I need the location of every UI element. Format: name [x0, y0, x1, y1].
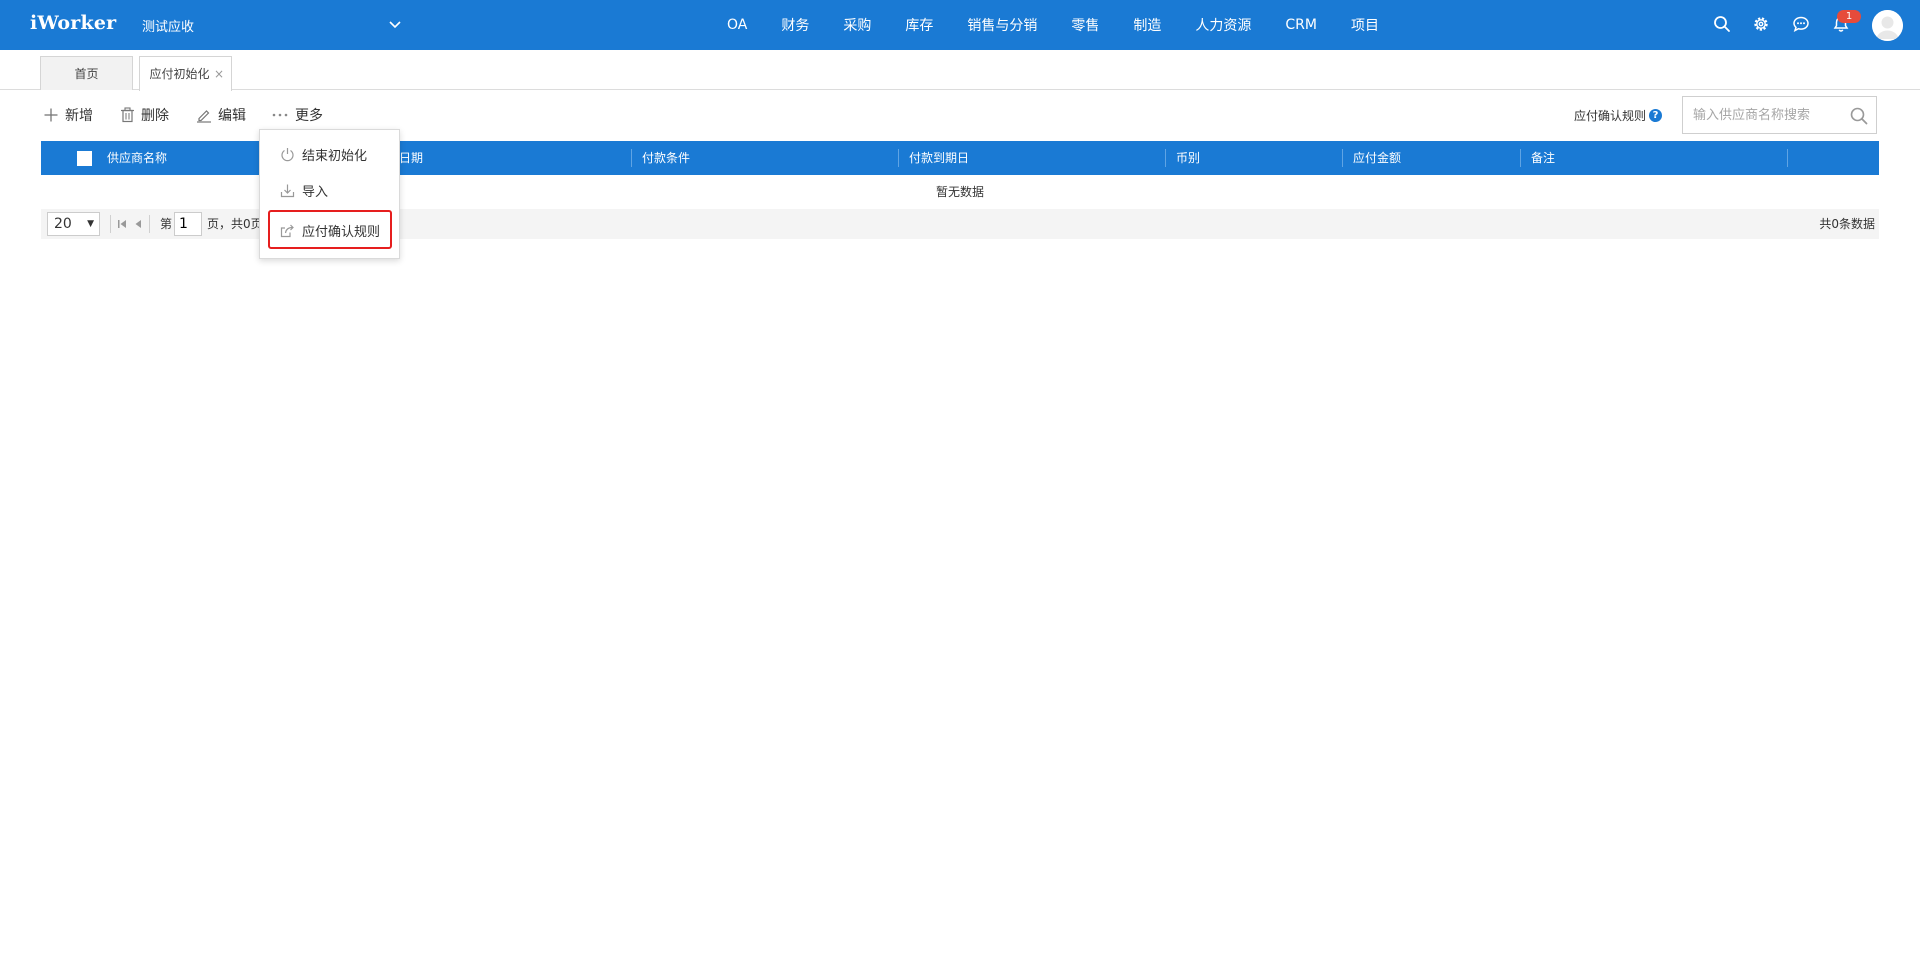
nav-item-manufacturing[interactable]: 制造 — [1133, 15, 1161, 35]
export-icon — [280, 224, 294, 237]
column-header-remark[interactable]: 备注 — [1531, 141, 1555, 175]
column-divider — [1342, 149, 1343, 167]
nav-item-project[interactable]: 项目 — [1351, 15, 1379, 35]
caret-down-icon: ▼ — [87, 219, 94, 229]
payable-rule-label: 应付确认规则 — [1574, 109, 1647, 123]
import-icon — [280, 184, 295, 197]
nav-item-crm[interactable]: CRM — [1285, 17, 1317, 33]
column-divider — [898, 149, 899, 167]
column-header-amount[interactable]: 应付金额 — [1353, 141, 1401, 175]
page-size-select[interactable]: 20 ▼ — [47, 212, 100, 236]
more-button[interactable]: 更多 — [271, 104, 323, 126]
delete-label: 删除 — [141, 108, 169, 124]
more-label: 更多 — [295, 108, 323, 124]
column-header-currency[interactable]: 币别 — [1176, 141, 1200, 175]
delete-button[interactable]: 删除 — [120, 104, 169, 126]
page-number-input[interactable] — [174, 212, 202, 236]
search-icon[interactable] — [1850, 107, 1868, 125]
pager-divider — [110, 215, 111, 233]
gear-icon[interactable] — [1752, 15, 1770, 33]
search-input[interactable] — [1683, 97, 1843, 133]
select-all-checkbox[interactable] — [77, 151, 92, 166]
menu-item-payable-rule[interactable]: 应付确认规则 — [260, 215, 401, 245]
column-divider — [1787, 149, 1788, 167]
nav-item-finance[interactable]: 财务 — [781, 15, 809, 35]
close-icon[interactable]: × — [214, 57, 224, 91]
power-icon — [281, 147, 294, 161]
nav-item-retail[interactable]: 零售 — [1071, 15, 1099, 35]
first-page-icon[interactable] — [117, 218, 127, 230]
page-suffix: 页，共0页 — [207, 217, 263, 231]
pager-divider — [149, 215, 150, 233]
nav-item-oa[interactable]: OA — [727, 17, 747, 33]
search-icon[interactable] — [1713, 15, 1731, 33]
more-menu: 结束初始化 导入 应付确认规则 — [259, 129, 400, 259]
edit-label: 编辑 — [218, 108, 246, 124]
column-header-supplier[interactable]: 供应商名称 — [107, 141, 167, 175]
column-header-due-date[interactable]: 付款到期日 — [909, 141, 969, 175]
supplier-search — [1682, 96, 1877, 134]
tab-payable-init[interactable]: 应付初始化 × — [139, 56, 232, 91]
nav-item-purchase[interactable]: 采购 — [843, 15, 871, 35]
nav-item-sales[interactable]: 销售与分销 — [967, 15, 1037, 35]
column-divider — [631, 149, 632, 167]
add-button[interactable]: 新增 — [43, 104, 93, 126]
page-size-value: 20 — [54, 216, 72, 232]
tab-home[interactable]: 首页 — [40, 56, 133, 90]
chat-icon[interactable] — [1792, 15, 1810, 33]
more-dots-icon — [272, 113, 288, 117]
company-selector[interactable]: 测试应收 — [142, 16, 194, 35]
avatar[interactable] — [1872, 10, 1903, 41]
page-prefix: 第 — [160, 217, 173, 231]
menu-item-label: 导入 — [302, 184, 329, 200]
chevron-down-icon[interactable] — [388, 18, 402, 32]
payable-rule-link[interactable]: 应付确认规则 ? — [1574, 107, 1663, 124]
tab-strip: 首页 应付初始化 × — [0, 50, 1920, 91]
menu-item-import[interactable]: 导入 — [260, 175, 401, 205]
help-icon[interactable]: ? — [1649, 109, 1663, 122]
user-avatar-icon — [1872, 10, 1903, 41]
nav-item-hr[interactable]: 人力资源 — [1195, 15, 1251, 35]
tab-active-label: 应付初始化 — [149, 67, 210, 81]
plus-icon — [44, 108, 58, 122]
pencil-icon — [197, 110, 211, 123]
tab-home-label: 首页 — [74, 67, 99, 81]
top-bar: iWorker 测试应收 OA 财务 采购 库存 销售与分销 零售 制造 人力资… — [0, 0, 1920, 50]
column-divider — [1165, 149, 1166, 167]
main-nav: OA 财务 采购 库存 销售与分销 零售 制造 人力资源 CRM 项目 — [727, 0, 1413, 50]
add-label: 新增 — [65, 108, 93, 124]
edit-button[interactable]: 编辑 — [196, 104, 246, 126]
column-divider — [1520, 149, 1521, 167]
notification-badge: 1 — [1837, 10, 1861, 23]
total-count: 共0条数据 — [1819, 217, 1875, 231]
trash-icon — [121, 107, 134, 123]
prev-page-icon[interactable] — [133, 218, 143, 230]
menu-item-label: 结束初始化 — [302, 148, 368, 164]
menu-item-end-init[interactable]: 结束初始化 — [260, 139, 401, 169]
app-logo[interactable]: iWorker — [30, 12, 116, 34]
column-header-date[interactable]: 日期 — [399, 141, 423, 175]
column-header-payment-terms[interactable]: 付款条件 — [642, 141, 690, 175]
nav-item-inventory[interactable]: 库存 — [905, 15, 933, 35]
menu-item-label: 应付确认规则 — [302, 224, 381, 240]
